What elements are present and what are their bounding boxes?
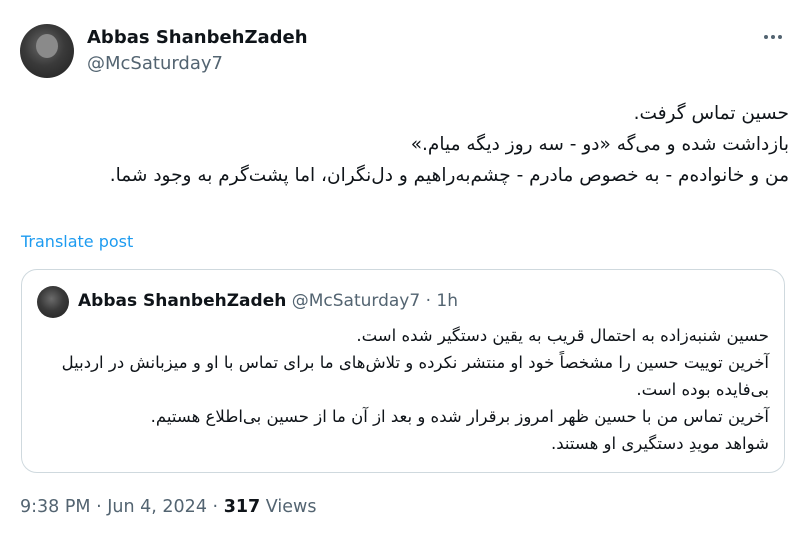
quoted-post-card[interactable]: Abbas ShanbehZadeh @McSaturday7 · 1h حسی…	[21, 269, 785, 473]
post-meta: 9:38 PM · Jun 4, 2024 · 317 Views	[20, 497, 316, 517]
meta-separator: ·	[96, 497, 102, 517]
post-line: من و خانواده‌م - به خصوص مادرم - چشم‌به‌…	[109, 165, 789, 186]
more-options-button[interactable]	[758, 22, 788, 52]
views-label: Views	[265, 497, 317, 517]
quoted-separator: ·	[425, 291, 431, 311]
quoted-post-text: حسین شنبه‌زاده به احتمال قریب به یقین دس…	[42, 322, 769, 457]
post-text: حسین تماس گرفت. بازداشت شده و می‌گه «دو …	[20, 98, 789, 191]
more-horizontal-icon-dot	[778, 35, 782, 39]
post-line: حسین تماس گرفت.	[633, 103, 789, 124]
more-horizontal-icon-dot	[771, 35, 775, 39]
meta-separator: ·	[212, 497, 219, 517]
author-name[interactable]: Abbas ShanbehZadeh	[87, 27, 308, 48]
quoted-line: شواهد مویدِ دستگیری او هستند.	[551, 434, 769, 453]
quoted-author-avatar	[37, 286, 69, 318]
quoted-post-header: Abbas ShanbehZadeh @McSaturday7 · 1h	[78, 291, 458, 311]
quoted-line: آخرین توییت حسین را مشخصاً خود او منتشر …	[61, 353, 769, 399]
quoted-line: حسین شنبه‌زاده به احتمال قریب به یقین دس…	[356, 326, 769, 345]
post-date[interactable]: Jun 4, 2024	[107, 497, 207, 517]
post-time[interactable]: 9:38 PM	[20, 497, 91, 517]
post-line: بازداشت شده و می‌گه «دو - سه روز دیگه می…	[410, 134, 789, 155]
quoted-post-time: 1h	[436, 291, 458, 311]
translate-post-link[interactable]: Translate post	[21, 232, 133, 251]
quoted-author-handle: @McSaturday7	[291, 291, 421, 311]
quoted-line: آخرین تماس من با حسین ظهر امروز برقرار ش…	[150, 407, 769, 426]
author-avatar[interactable]	[20, 24, 74, 78]
quoted-author-name: Abbas ShanbehZadeh	[78, 291, 287, 311]
more-horizontal-icon	[764, 35, 768, 39]
author-handle[interactable]: @McSaturday7	[87, 53, 223, 74]
views-count: 317	[223, 497, 261, 517]
